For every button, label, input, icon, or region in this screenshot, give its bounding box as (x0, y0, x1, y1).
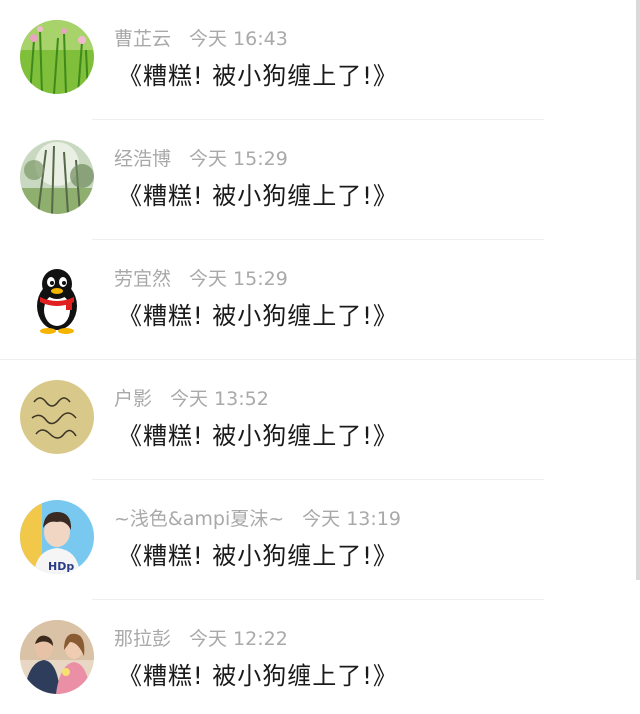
comment-text: 《糟糕! 被小狗缠上了!》 (118, 62, 398, 90)
comment-item[interactable]: 那拉彭 今天 12:22 《糟糕! 被小狗缠上了!》 (0, 600, 636, 714)
user-name[interactable]: ~浅色&ampi夏沫~ (114, 508, 284, 530)
user-name[interactable]: 户影 (114, 388, 152, 410)
comment-meta: 那拉彭 今天 12:22 (114, 626, 288, 652)
comment-time: 今天 12:22 (189, 628, 288, 650)
comment-item[interactable]: 劳宜然 今天 15:29 《糟糕! 被小狗缠上了!》 (0, 240, 636, 360)
comment-time: 今天 13:52 (170, 388, 269, 410)
comment-meta: 户影 今天 13:52 (114, 386, 269, 412)
comment-time: 今天 15:29 (189, 268, 288, 290)
comment-list: 曹芷云 今天 16:43 《糟糕! 被小狗缠上了!》 经浩博 今天 15:29 … (0, 0, 636, 714)
comment-item[interactable]: HDp ~浅色&ampi夏沫~ 今天 13:19 《糟糕! 被小狗缠上了!》 (0, 480, 636, 600)
avatar-handwriting-icon[interactable] (20, 380, 94, 454)
comment-item[interactable]: 经浩博 今天 15:29 《糟糕! 被小狗缠上了!》 (0, 120, 636, 240)
comment-text: 《糟糕! 被小狗缠上了!》 (118, 302, 398, 330)
comment-meta: ~浅色&ampi夏沫~ 今天 13:19 (114, 506, 401, 532)
user-name[interactable]: 那拉彭 (114, 628, 171, 650)
comment-time: 今天 15:29 (189, 148, 288, 170)
user-name[interactable]: 经浩博 (114, 148, 171, 170)
avatar-boy-photo-icon[interactable]: HDp (20, 500, 94, 574)
avatar-qq-penguin-icon[interactable] (20, 260, 94, 334)
comment-meta: 劳宜然 今天 15:29 (114, 266, 288, 292)
comment-item[interactable]: 曹芷云 今天 16:43 《糟糕! 被小狗缠上了!》 (0, 0, 636, 120)
avatar-couple-photo-icon[interactable] (20, 620, 94, 694)
avatar-forest-trees-icon[interactable] (20, 140, 94, 214)
comment-text: 《糟糕! 被小狗缠上了!》 (118, 422, 398, 450)
user-name[interactable]: 劳宜然 (114, 268, 171, 290)
comment-meta: 经浩博 今天 15:29 (114, 146, 288, 172)
comment-text: 《糟糕! 被小狗缠上了!》 (118, 182, 398, 210)
avatar-grass-flowers-icon[interactable] (20, 20, 94, 94)
comment-text: 《糟糕! 被小狗缠上了!》 (118, 542, 398, 570)
comment-text: 《糟糕! 被小狗缠上了!》 (118, 662, 398, 690)
svg-text:HDp: HDp (48, 560, 74, 573)
comment-meta: 曹芷云 今天 16:43 (114, 26, 288, 52)
comment-time: 今天 16:43 (189, 28, 288, 50)
user-name[interactable]: 曹芷云 (114, 28, 171, 50)
scrollbar[interactable] (636, 0, 640, 580)
comment-item[interactable]: 户影 今天 13:52 《糟糕! 被小狗缠上了!》 (0, 360, 636, 480)
comment-time: 今天 13:19 (302, 508, 401, 530)
